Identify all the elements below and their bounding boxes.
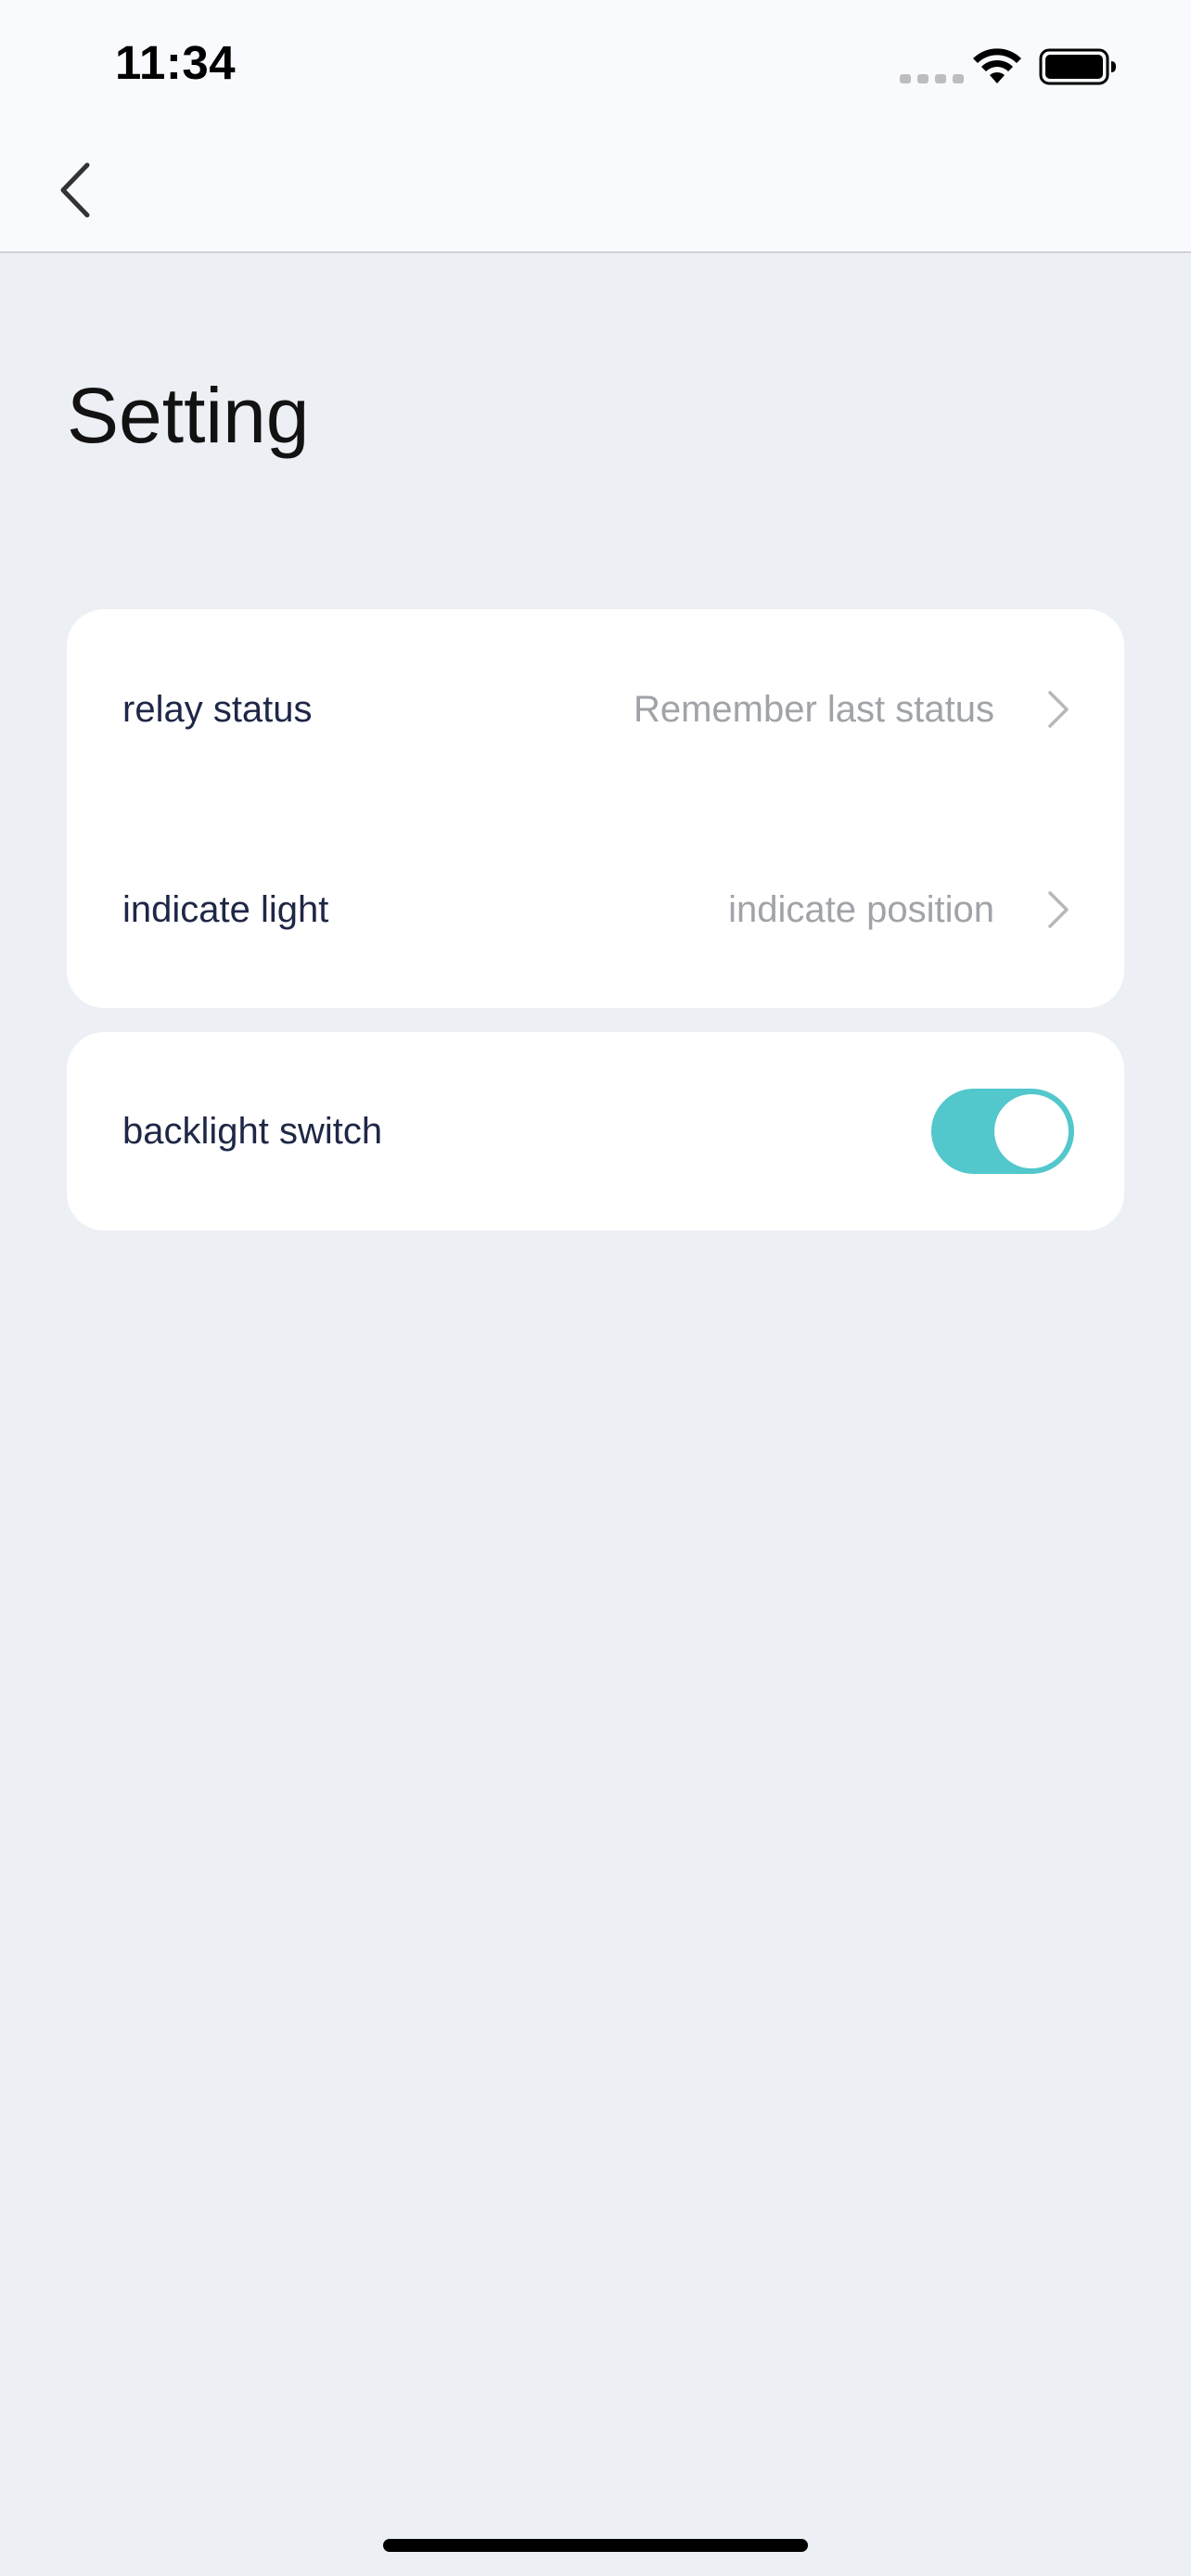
cellular-signal-icon xyxy=(900,74,964,83)
backlight-toggle[interactable] xyxy=(931,1089,1074,1174)
backlight-switch-row: backlight switch xyxy=(67,1076,1124,1187)
settings-group-2: backlight switch xyxy=(67,1032,1124,1231)
backlight-switch-label: backlight switch xyxy=(122,1110,383,1152)
wifi-icon xyxy=(973,48,1021,83)
back-button[interactable] xyxy=(52,158,98,223)
status-bar-time: 11:34 xyxy=(115,36,237,89)
indicate-light-value: indicate position xyxy=(728,888,994,930)
relay-status-value: Remember last status xyxy=(633,688,994,730)
chevron-left-icon xyxy=(60,162,90,218)
settings-group-1: relay status Remember last status indica… xyxy=(67,609,1124,1008)
toggle-knob xyxy=(994,1094,1069,1168)
relay-status-row[interactable]: relay status Remember last status xyxy=(67,654,1124,765)
battery-icon xyxy=(1039,48,1116,85)
indicate-light-label: indicate light xyxy=(122,888,329,930)
home-indicator[interactable] xyxy=(383,2539,808,2552)
chevron-right-icon xyxy=(1048,691,1069,728)
chevron-right-icon xyxy=(1048,891,1069,928)
relay-status-label: relay status xyxy=(122,688,313,730)
indicate-light-row[interactable]: indicate light indicate position xyxy=(67,854,1124,965)
top-bar: 11:34 xyxy=(0,0,1191,253)
page-title: Setting xyxy=(67,372,310,459)
